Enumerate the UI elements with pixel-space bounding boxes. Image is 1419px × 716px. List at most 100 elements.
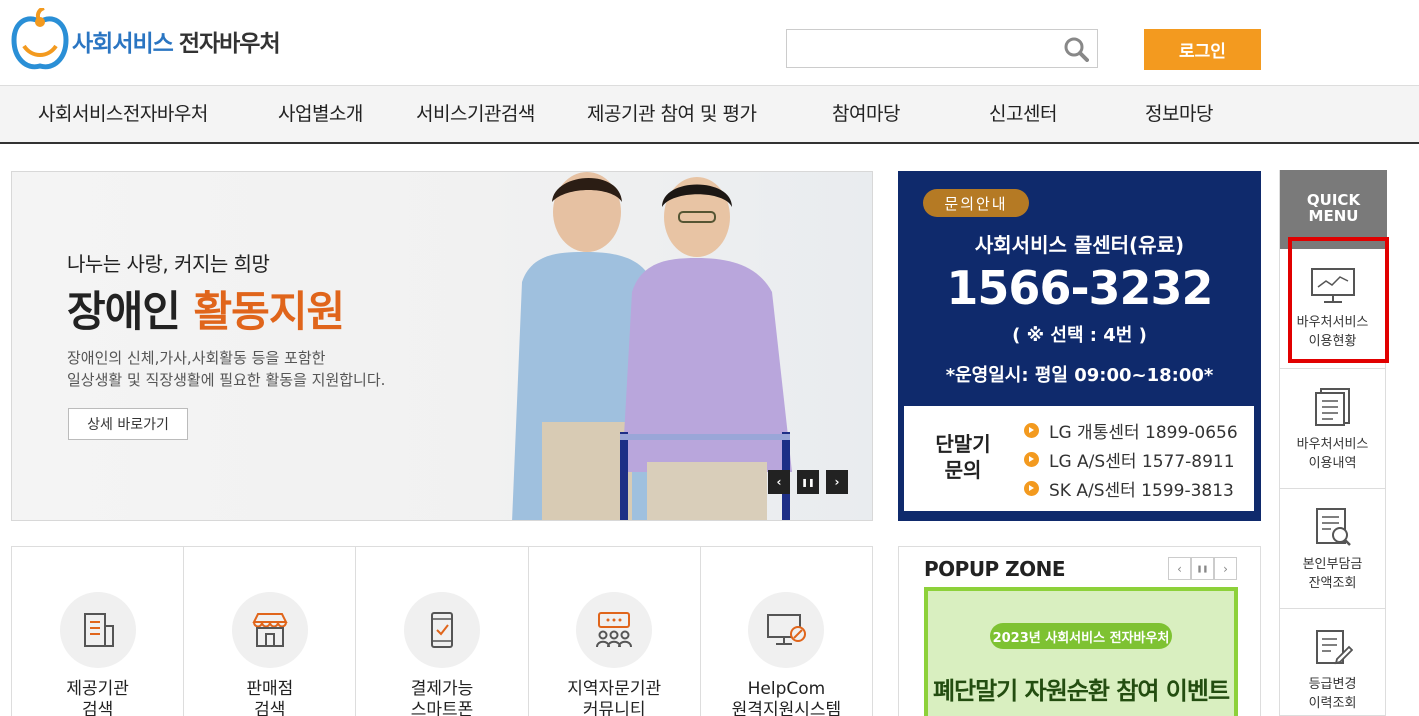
shortcut-regional-community[interactable]: 지역자문기관 커뮤니티 [529, 547, 701, 716]
arrow-bullet-icon [1024, 423, 1039, 438]
search-input[interactable] [787, 30, 1047, 67]
call-center-panel: 문의안내 사회서비스 콜센터(유료) 1566-3232 ( ※ 선택 : 4번… [898, 171, 1261, 521]
terminal-contact-item: LG A/S센터 1577-8911 [1024, 445, 1238, 474]
shortcut-helpcom[interactable]: HelpCom 원격지원시스템 [701, 547, 872, 716]
banner-next-button[interactable]: › [826, 470, 848, 494]
terminal-contact-item: SK A/S센터 1599-3813 [1024, 474, 1238, 503]
banner-prev-button[interactable]: ‹ [768, 470, 790, 494]
quick-item-label-line2: 이용내역 [1308, 456, 1357, 471]
banner-desc-line2: 일상생활 및 직장생활에 필요한 활동을 지원합니다. [67, 371, 386, 389]
banner-pause-button[interactable]: ❚❚ [797, 470, 819, 494]
quick-item-label-line2: 이력조회 [1308, 696, 1357, 711]
nav-item-institution-search[interactable]: 서비스기관검색 [416, 86, 535, 143]
terminal-inquiry-label: 단말기 문의 [918, 431, 1008, 483]
popup-banner-headline: 폐단말기 자원순환 참여 이벤트 [932, 677, 1230, 705]
shortcut-provider-search[interactable]: 제공기관 검색 [12, 547, 185, 716]
shortcut-label-line1: 판매점 [246, 679, 294, 699]
terminal-label-line1: 단말기 [935, 432, 991, 456]
logo-brand: 사회서비스 [72, 31, 174, 57]
terminal-contact-text: LG A/S센터 1577-8911 [1049, 452, 1235, 472]
quick-item-balance-inquiry[interactable]: 본인부담금 잔액조회 [1280, 489, 1385, 609]
shortcut-label-line2: 검색 [254, 700, 286, 716]
shortcut-label-line1: 결제가능 [410, 679, 474, 699]
icon-circle [404, 592, 480, 668]
terminal-label-line2: 문의 [944, 458, 982, 482]
logo-text: 사회서비스 전자바우처 [72, 24, 281, 58]
document-search-icon [1315, 508, 1351, 546]
nav-item-business[interactable]: 사업별소개 [278, 86, 363, 143]
main-banner: 나누는 사랑, 커지는 희망 장애인 활동지원 장애인의 신체,가사,사회활동 … [11, 171, 873, 521]
call-center-number: 1566-3232 [946, 261, 1213, 315]
call-center-option: ( ※ 선택 : 4번 ) [1012, 325, 1147, 346]
popup-zone: POPUP ZONE ‹ ❚❚ › 2023년 사회서비스 전자바우처 폐단말기… [898, 546, 1261, 716]
icon-circle [231, 592, 308, 668]
login-button[interactable]: 로그인 [1144, 29, 1261, 70]
quick-item-usage-history[interactable]: 바우처서비스 이용내역 [1280, 369, 1385, 489]
building-icon [83, 613, 114, 647]
banner-photo [512, 172, 792, 520]
smartphone-icon [431, 612, 453, 648]
store-icon [252, 613, 288, 647]
nav-item-participation[interactable]: 참여마당 [832, 86, 900, 143]
search-icon[interactable] [1063, 36, 1089, 62]
quick-menu-header-line1: QUICK [1306, 191, 1361, 209]
shortcut-label: 제공기관 검색 [12, 679, 183, 716]
site-logo[interactable]: 사회서비스 전자바우처 [10, 8, 281, 74]
shortcut-label-line2: 원격지원시스템 [731, 700, 842, 716]
icon-circle [748, 592, 825, 668]
shortcut-label-line2: 커뮤니티 [582, 700, 646, 716]
banner-title: 장애인 활동지원 [67, 278, 346, 339]
nav-item-voucher[interactable]: 사회서비스전자바우처 [38, 86, 208, 143]
logo-suffix: 전자바우처 [178, 31, 281, 57]
terminal-contact-item: LG 개통센터 1899-0656 [1024, 416, 1238, 445]
nav-item-report-center[interactable]: 신고센터 [989, 86, 1057, 143]
quick-item-highlight-box [1288, 237, 1389, 363]
quick-item-label-line1: 등급변경 [1308, 677, 1357, 692]
banner-detail-button[interactable]: 상세 바로가기 [68, 408, 188, 440]
icon-circle [59, 592, 136, 668]
service-shortcuts: 제공기관 검색 판매점 검색 결제가능 스마트폰 지역자문기관 커뮤니티 Hel… [11, 546, 873, 716]
terminal-contact-text: SK A/S센터 1599-3813 [1049, 481, 1234, 501]
quick-item-label-line1: 본인부담금 [1302, 557, 1363, 572]
popup-next-button[interactable]: › [1214, 557, 1237, 580]
shortcut-label-line1: HelpCom [747, 679, 826, 699]
popup-zone-controls: ‹ ❚❚ › [1168, 557, 1237, 580]
shortcut-label-line1: 제공기관 [66, 679, 129, 699]
popup-banner[interactable]: 2023년 사회서비스 전자바우처 폐단말기 자원순환 참여 이벤트 [924, 587, 1238, 716]
shortcut-payment-smartphone[interactable]: 결제가능 스마트폰 [356, 547, 529, 716]
shortcut-label-line2: 검색 [81, 700, 114, 716]
nav-item-info[interactable]: 정보마당 [1145, 86, 1213, 143]
popup-zone-title: POPUP ZONE [924, 557, 1066, 581]
shortcut-label: 결제가능 스마트폰 [356, 679, 527, 716]
terminal-contact-text: LG 개통센터 1899-0656 [1049, 423, 1238, 443]
terminal-inquiry-box: 단말기 문의 LG 개통센터 1899-0656 LG A/S센터 1577-8… [904, 406, 1254, 511]
inquiry-badge: 문의안내 [923, 189, 1029, 217]
banner-subtitle: 나누는 사랑, 커지는 희망 [67, 252, 270, 276]
quick-item-label-line2: 잔액조회 [1308, 576, 1357, 591]
popup-prev-button[interactable]: ‹ [1168, 557, 1191, 580]
banner-title-highlight: 활동지원 [193, 287, 346, 336]
apple-logo-icon [11, 8, 69, 70]
document-list-icon [1314, 388, 1350, 426]
quick-menu-header-line2: MENU [1308, 207, 1359, 225]
icon-circle [576, 592, 653, 668]
arrow-bullet-icon [1024, 452, 1039, 467]
banner-description: 장애인의 신체,가사,사회활동 등을 포함한 일상생활 및 직장생활에 필요한 … [67, 347, 467, 391]
shortcut-store-search[interactable]: 판매점 검색 [184, 547, 357, 716]
popup-pause-button[interactable]: ❚❚ [1191, 557, 1214, 580]
call-center-title: 사회서비스 콜센터(유료) [974, 233, 1185, 257]
nav-item-provider-evaluation[interactable]: 제공기관 참여 및 평가 [587, 86, 757, 143]
document-edit-icon [1315, 630, 1353, 665]
banner-desc-line1: 장애인의 신체,가사,사회활동 등을 포함한 [67, 349, 326, 367]
shortcut-label: 판매점 검색 [184, 679, 355, 716]
popup-banner-pill: 2023년 사회서비스 전자바우처 [990, 623, 1172, 649]
shortcut-label: 지역자문기관 커뮤니티 [529, 679, 700, 716]
shortcut-label-line2: 스마트폰 [410, 700, 474, 716]
quick-item-grade-history[interactable]: 등급변경 이력조회 [1280, 609, 1385, 716]
shortcut-label: HelpCom 원격지원시스템 [701, 679, 872, 716]
main-nav: 사회서비스전자바우처 사업별소개 서비스기관검색 제공기관 참여 및 평가 참여… [0, 85, 1419, 144]
community-icon [596, 612, 633, 648]
call-center-hours: *운영일시: 평일 09:00~18:00* [945, 365, 1214, 386]
remote-support-icon [767, 614, 807, 645]
quick-item-label-line1: 바우처서비스 [1296, 437, 1369, 452]
